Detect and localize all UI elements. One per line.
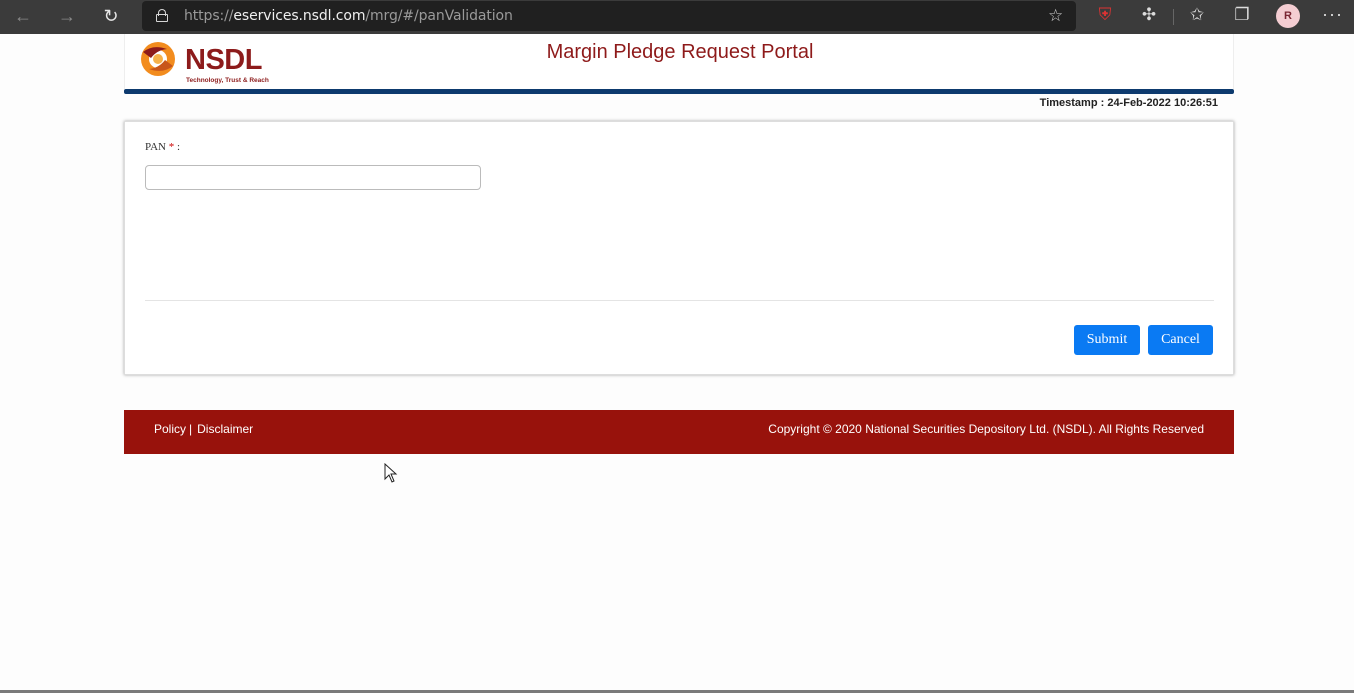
mouse-cursor-icon [384, 463, 398, 483]
pan-label-text: PAN [145, 141, 166, 153]
policy-link[interactable]: Policy [154, 422, 186, 436]
pan-label: PAN * : [145, 141, 180, 153]
disclaimer-link[interactable]: Disclaimer [197, 422, 253, 436]
address-bar[interactable]: https://eservices.nsdl.com/mrg/#/panVali… [142, 1, 1076, 31]
puzzle-icon[interactable]: ✣ [1138, 5, 1160, 25]
submit-button[interactable]: Submit [1074, 325, 1140, 355]
lock-icon[interactable] [156, 9, 168, 22]
timestamp: Timestamp : 24-Feb-2022 10:26:51 [1039, 97, 1218, 109]
pan-input[interactable] [145, 165, 481, 190]
header-divider-bar [124, 89, 1234, 94]
reload-icon[interactable]: ↻ [100, 5, 122, 27]
shield-icon[interactable]: ⛨ [1094, 5, 1116, 25]
logo-tagline: Technology, Trust & Reach [186, 77, 269, 84]
url-scheme: https:// [184, 8, 234, 24]
collections-icon[interactable]: ❐ [1231, 5, 1253, 25]
site-footer: Policy | Disclaimer Copyright © 2020 Natio… [124, 410, 1234, 454]
favorites-icon[interactable]: ✩ [1186, 5, 1208, 25]
favorite-star-icon[interactable]: ☆ [1048, 6, 1063, 26]
pan-label-colon: : [174, 141, 181, 153]
site-header: NSDL Technology, Trust & Reach Margin Pl… [124, 34, 1234, 89]
url-text[interactable]: https://eservices.nsdl.com/mrg/#/panVali… [184, 8, 513, 24]
url-path: /mrg/#/panValidation [365, 8, 513, 24]
back-arrow-icon[interactable]: ← [12, 5, 34, 27]
page-title: Margin Pledge Request Portal [546, 41, 814, 63]
page-container: NSDL Technology, Trust & Reach Margin Pl… [124, 34, 1234, 454]
cancel-button[interactable]: Cancel [1148, 325, 1213, 355]
more-icon[interactable]: ··· [1322, 4, 1343, 25]
toolbar-divider [1173, 9, 1174, 25]
browser-toolbar: ← → ↻ https://eservices.nsdl.com/mrg/#/p… [0, 0, 1354, 34]
footer-links: Policy | Disclaimer [154, 422, 253, 436]
pan-validation-form: PAN * : Submit Cancel [124, 121, 1234, 375]
copyright-text: Copyright © 2020 National Securities Dep… [768, 422, 1204, 436]
profile-avatar[interactable]: R [1276, 4, 1300, 28]
forward-arrow-icon[interactable]: → [56, 5, 78, 27]
form-divider [145, 300, 1214, 301]
url-host: eservices.nsdl.com [233, 8, 366, 24]
footer-link-separator: | [189, 422, 193, 436]
